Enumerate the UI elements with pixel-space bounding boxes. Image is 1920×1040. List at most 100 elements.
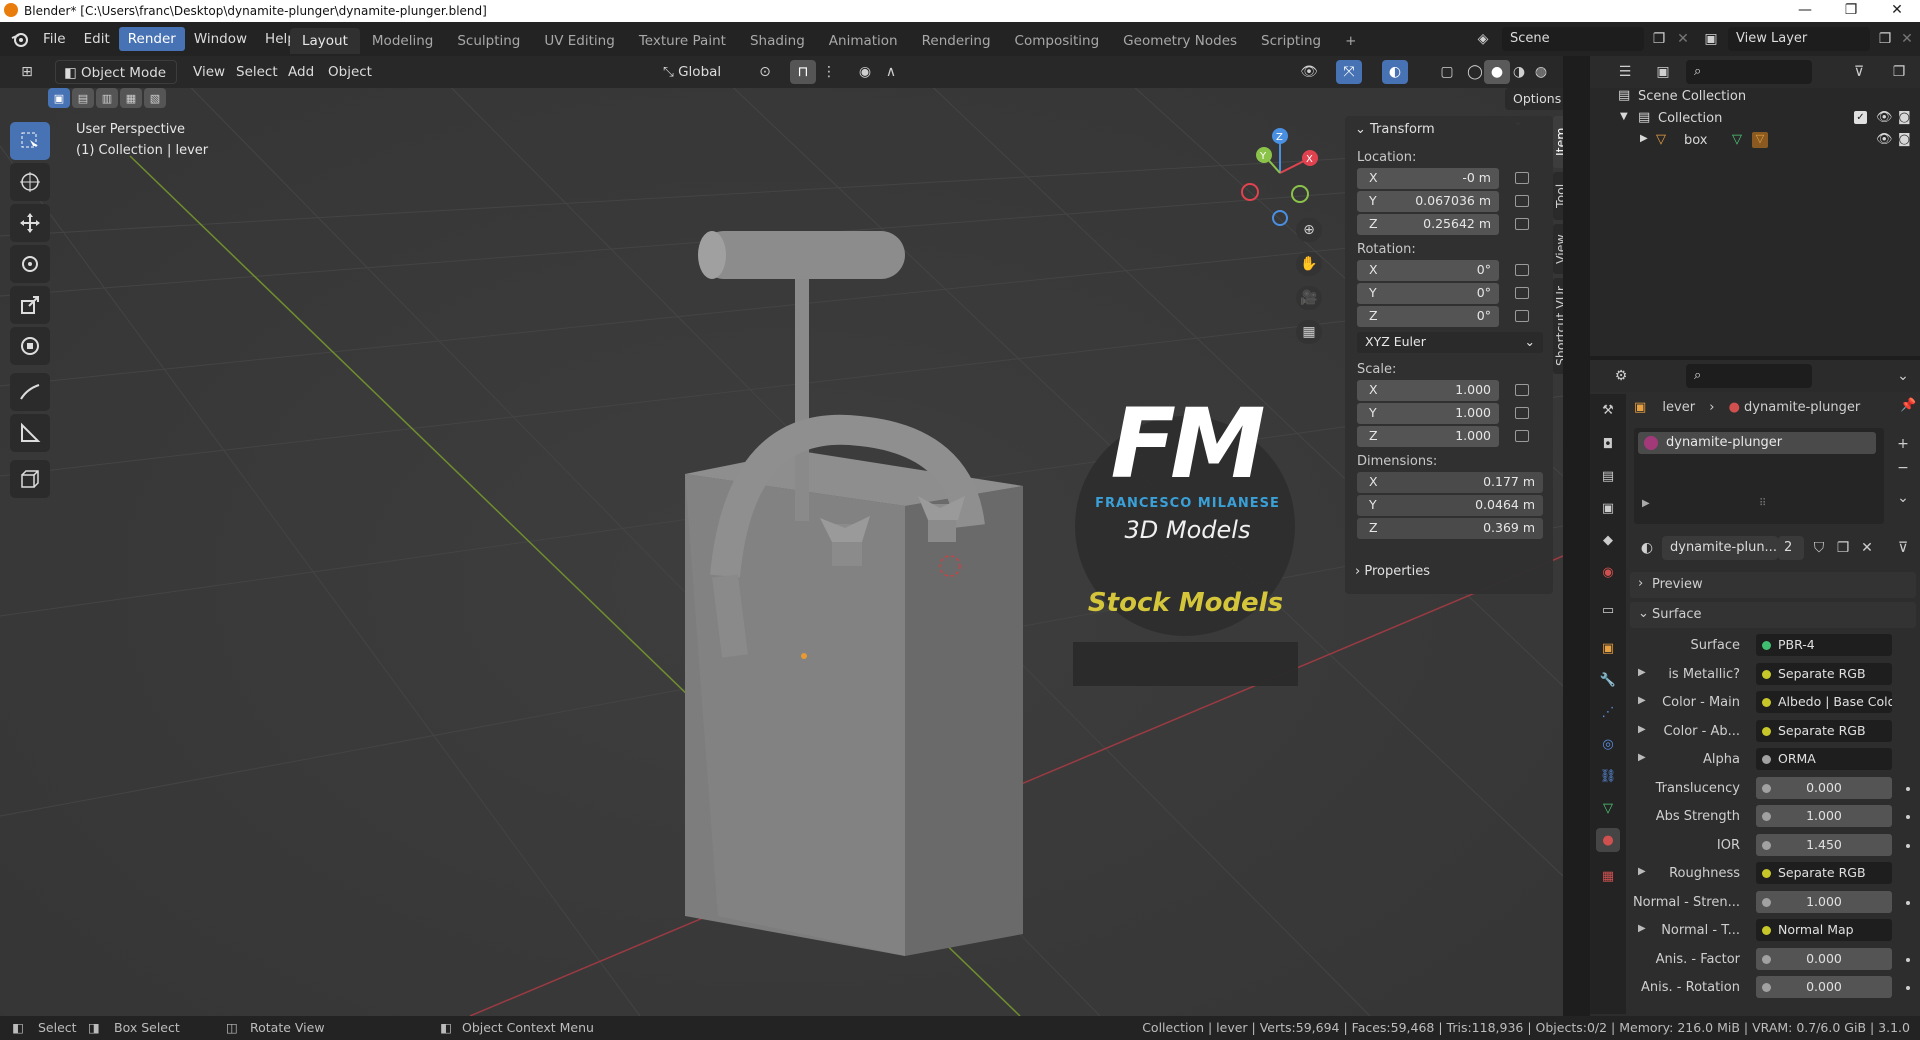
- select-subtract-icon[interactable]: ▥: [96, 88, 118, 108]
- fake-user-shield-icon[interactable]: ⛉: [1806, 536, 1832, 560]
- tab-compositing[interactable]: Compositing: [1003, 28, 1112, 54]
- tab-geometry-nodes[interactable]: Geometry Nodes: [1111, 28, 1249, 54]
- lock-icon[interactable]: [1515, 384, 1529, 396]
- view-layer-field[interactable]: View Layer: [1728, 27, 1870, 51]
- rendered-shading-icon[interactable]: ◍: [1528, 60, 1554, 84]
- output-tab-icon[interactable]: ▤: [1596, 464, 1620, 488]
- data-tab-icon[interactable]: ▽: [1596, 796, 1620, 820]
- lock-icon[interactable]: [1515, 218, 1529, 230]
- properties-section-header[interactable]: › Properties: [1355, 564, 1430, 579]
- socket-icon[interactable]: [1762, 698, 1771, 707]
- move-tool[interactable]: [10, 204, 50, 242]
- tab-scripting[interactable]: Scripting: [1249, 28, 1333, 54]
- tab-tool[interactable]: Tool: [1553, 172, 1563, 220]
- tab-sculpting[interactable]: Sculpting: [445, 28, 532, 54]
- camera-icon[interactable]: ◙: [1898, 110, 1911, 125]
- outliner-row-box[interactable]: ▶ ▽ box ▽ ▽ 👁 ◙: [1590, 130, 1920, 152]
- surface-input-value[interactable]: Separate RGB: [1756, 719, 1892, 742]
- camera-view-icon[interactable]: 🎥: [1296, 286, 1322, 310]
- checkbox-icon[interactable]: ✓: [1854, 111, 1867, 124]
- xray-icon[interactable]: ▢: [1434, 60, 1460, 84]
- add-cube-tool[interactable]: [10, 460, 50, 498]
- surface-input-value[interactable]: 0.000: [1756, 776, 1892, 799]
- editor-type-icon[interactable]: ☰: [1612, 60, 1638, 84]
- texture-tab-icon[interactable]: ▦: [1596, 864, 1620, 888]
- socket-icon[interactable]: [1762, 840, 1771, 850]
- outliner-row-collection[interactable]: ▼ ▤ Collection ✓ 👁 ◙: [1590, 108, 1920, 130]
- surface-input-value[interactable]: ORMA: [1756, 748, 1892, 770]
- user-count-field[interactable]: 2: [1778, 536, 1804, 560]
- surface-input-value[interactable]: Separate RGB: [1756, 862, 1892, 884]
- material-slot-item[interactable]: dynamite-plunger: [1638, 432, 1876, 454]
- expand-icon[interactable]: ▶: [1640, 133, 1648, 144]
- socket-icon[interactable]: [1762, 954, 1771, 964]
- annotate-tool[interactable]: [10, 373, 50, 411]
- keyframe-dot-icon[interactable]: [1906, 786, 1910, 791]
- lock-icon[interactable]: [1515, 310, 1529, 322]
- new-collection-icon[interactable]: ❐: [1886, 60, 1912, 84]
- snap-target-icon[interactable]: ⋮: [816, 60, 842, 84]
- blender-menu-icon[interactable]: [10, 29, 30, 49]
- view-layer-icon[interactable]: ▣: [1698, 27, 1724, 51]
- delete-view-layer-icon[interactable]: ✕: [1894, 27, 1920, 51]
- render-tab-icon[interactable]: ◘: [1596, 432, 1620, 456]
- tab-view[interactable]: View: [1553, 224, 1563, 274]
- expand-icon[interactable]: ▼: [1620, 111, 1628, 122]
- menu-add[interactable]: Add: [280, 60, 322, 84]
- socket-icon[interactable]: [1762, 641, 1771, 650]
- editor-type-icon[interactable]: ⚙: [1608, 364, 1634, 388]
- keyframe-dot-icon[interactable]: [1906, 843, 1910, 848]
- camera-icon[interactable]: ◙: [1898, 132, 1911, 147]
- mode-dropdown[interactable]: ◧ Object Mode: [55, 60, 177, 84]
- surface-input-value[interactable]: 1.000: [1756, 890, 1892, 913]
- dimensions-z-field[interactable]: Z 0.369 m: [1357, 518, 1543, 539]
- keyframe-dot-icon[interactable]: [1906, 957, 1910, 962]
- close-window-button[interactable]: ✕: [1874, 0, 1920, 22]
- navigation-gizmo[interactable]: Z Y X: [1230, 118, 1340, 228]
- pan-hand-icon[interactable]: ✋: [1296, 252, 1322, 276]
- scene-tab-icon[interactable]: ◆: [1596, 528, 1620, 552]
- expand-icon[interactable]: ▶: [1638, 695, 1646, 706]
- tab-texture-paint[interactable]: Texture Paint: [627, 28, 738, 54]
- outliner-row-scene-collection[interactable]: ▤ Scene Collection: [1590, 86, 1920, 108]
- keyframe-dot-icon[interactable]: [1906, 986, 1910, 990]
- lock-icon[interactable]: [1515, 430, 1529, 442]
- scale-z-field[interactable]: Z 1.000: [1357, 426, 1499, 447]
- menu-object[interactable]: Object: [320, 60, 380, 84]
- particles-tab-icon[interactable]: ⋰: [1596, 700, 1620, 724]
- rotation-z-field[interactable]: Z 0°: [1357, 306, 1499, 327]
- location-y-field[interactable]: Y 0.067036 m: [1357, 191, 1499, 212]
- visibility-icon[interactable]: 👁: [1296, 60, 1322, 84]
- world-tab-icon[interactable]: ◉: [1596, 560, 1620, 584]
- socket-icon[interactable]: [1762, 726, 1771, 736]
- select-new-icon[interactable]: ▣: [48, 88, 70, 108]
- scale-x-field[interactable]: X 1.000: [1357, 380, 1499, 401]
- menu-select[interactable]: Select: [228, 60, 286, 84]
- rotate-tool[interactable]: [10, 245, 50, 283]
- falloff-icon[interactable]: ∧: [878, 60, 904, 84]
- chevron-down-icon[interactable]: ⌄: [1890, 364, 1916, 388]
- gizmo-neg-y-icon[interactable]: [1291, 185, 1309, 203]
- duplicate-material-icon[interactable]: ❐: [1830, 536, 1856, 560]
- tool-tab-icon[interactable]: ⚒: [1596, 398, 1620, 422]
- add-slot-icon[interactable]: +: [1890, 432, 1916, 456]
- rotation-mode-dropdown[interactable]: XYZ Euler ⌄: [1357, 332, 1543, 353]
- cursor-tool[interactable]: [10, 163, 50, 201]
- rotation-x-field[interactable]: X 0°: [1357, 260, 1499, 281]
- surface-input-value[interactable]: Albedo | Base Color: [1756, 691, 1892, 713]
- maximize-button[interactable]: ❐: [1828, 0, 1874, 22]
- editor-type-icon[interactable]: ⊞: [14, 60, 40, 84]
- filter-node-icon[interactable]: ⊽: [1890, 536, 1916, 560]
- transform-tool[interactable]: [10, 327, 50, 365]
- options-dropdown[interactable]: Options ⌄: [1505, 88, 1563, 128]
- add-workspace-button[interactable]: +: [1333, 28, 1368, 54]
- gizmo-neg-x-icon[interactable]: [1241, 183, 1259, 201]
- measure-tool[interactable]: [10, 414, 50, 452]
- remove-slot-icon[interactable]: −: [1890, 456, 1916, 480]
- expand-icon[interactable]: ▶: [1638, 923, 1646, 934]
- collection-tab-icon[interactable]: ▭: [1596, 598, 1620, 622]
- pivot-point-icon[interactable]: ⊙: [752, 60, 778, 84]
- surface-input-value[interactable]: 1.000: [1756, 805, 1892, 827]
- surface-panel-header[interactable]: ⌄ Surface: [1630, 602, 1916, 628]
- material-tab-icon[interactable]: ●: [1596, 828, 1620, 852]
